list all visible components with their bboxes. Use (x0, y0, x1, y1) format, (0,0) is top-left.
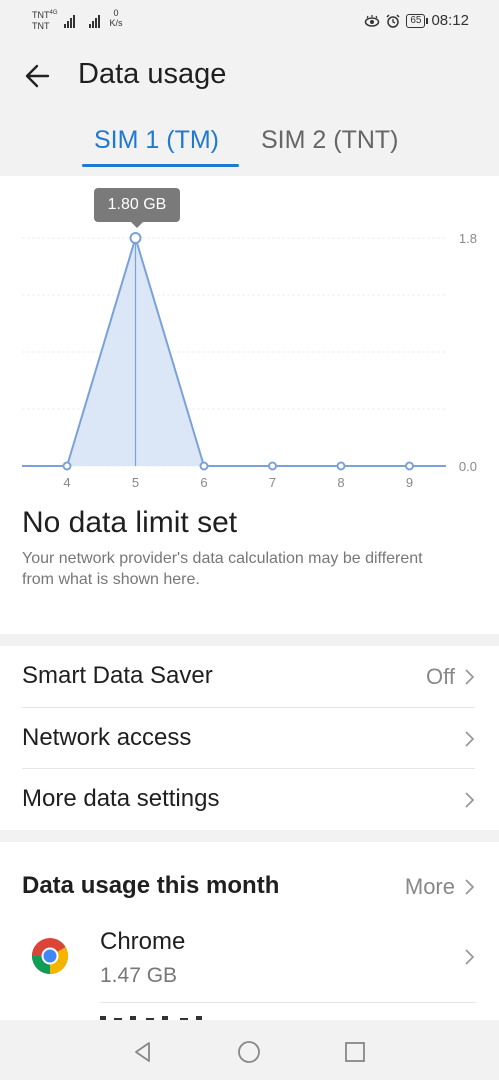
settings-card: Smart Data Saver Off Network access More… (0, 646, 499, 830)
nav-back-icon[interactable] (131, 1040, 155, 1064)
chrome-icon (31, 938, 69, 975)
nav-home-icon[interactable] (237, 1040, 261, 1064)
chart-tooltip: 1.80 GB (94, 188, 180, 228)
chevron-right-icon (465, 949, 475, 965)
app-bar: Data usage (0, 44, 499, 110)
x-tick-label: 7 (269, 475, 276, 490)
signal-icon (63, 14, 75, 28)
sim-tabs: SIM 1 (TM) SIM 2 (TNT) (0, 120, 499, 172)
app-usage-row-chrome[interactable]: Chrome 1.47 GB (0, 920, 499, 1000)
usage-chart-card: 4 5 6 7 8 9 1.8 0.0 1.80 GB No data limit set Y… (0, 176, 499, 634)
system-nav-bar (0, 1020, 499, 1080)
section-title: Data usage this month (22, 872, 280, 899)
more-data-settings-label: More data settings (22, 785, 220, 812)
more-data-settings-row[interactable]: More data settings (0, 769, 499, 830)
chart-point (268, 461, 277, 471)
network-speed: 0 K/s (109, 8, 123, 28)
x-tick-label: 4 (63, 475, 70, 490)
chart-point (129, 232, 142, 244)
x-tick-label: 8 (337, 475, 344, 490)
usage-chart[interactable]: 4 5 6 7 8 9 1.8 0.0 (0, 176, 499, 496)
chevron-right-icon (465, 669, 475, 685)
page-title: Data usage (78, 58, 227, 90)
status-bar: TNT4G TNT 0 K/s 65 08:12 (0, 0, 499, 44)
chart-point (405, 461, 414, 471)
monthly-usage-card: Data usage this month More Chrome 1.47 G… (0, 842, 499, 1020)
smart-data-saver-label: Smart Data Saver (22, 662, 213, 689)
app-name: Chrome (100, 928, 186, 955)
smart-data-saver-row[interactable]: Smart Data Saver Off (0, 646, 499, 707)
carrier-label: TNT4G TNT (32, 10, 58, 31)
data-limit-title: No data limit set (22, 506, 238, 539)
chevron-right-icon (465, 879, 475, 895)
chevron-right-icon (465, 792, 475, 808)
x-tick-label: 5 (132, 475, 139, 490)
x-tick-label: 6 (200, 475, 207, 490)
signal-icon-2 (88, 14, 100, 28)
back-arrow-icon[interactable] (22, 60, 54, 92)
more-link[interactable]: More (405, 874, 455, 900)
alarm-icon (386, 13, 400, 28)
network-access-row[interactable]: Network access (0, 708, 499, 769)
divider (100, 1002, 476, 1003)
eye-comfort-icon (365, 14, 380, 27)
chart-point (199, 461, 209, 471)
network-access-label: Network access (22, 724, 192, 751)
app-data-size: 1.47 GB (100, 964, 178, 987)
tab-sim2[interactable]: SIM 2 (TNT) (261, 126, 399, 155)
chevron-right-icon (465, 731, 475, 747)
chart-point (336, 461, 346, 471)
tab-sim1[interactable]: SIM 1 (TM) (94, 126, 219, 155)
clock: 08:12 (431, 12, 469, 29)
battery-icon: 65 (406, 13, 429, 28)
tab-indicator (82, 164, 239, 167)
y-tick-label: 1.8 (459, 231, 477, 246)
y-tick-label: 0.0 (459, 459, 477, 474)
data-limit-disclaimer: Your network provider's data calculation… (22, 550, 423, 588)
nav-recents-icon[interactable] (343, 1040, 367, 1064)
smart-data-saver-value: Off (426, 664, 455, 689)
chart-point (62, 461, 72, 471)
x-tick-label: 9 (406, 475, 413, 490)
